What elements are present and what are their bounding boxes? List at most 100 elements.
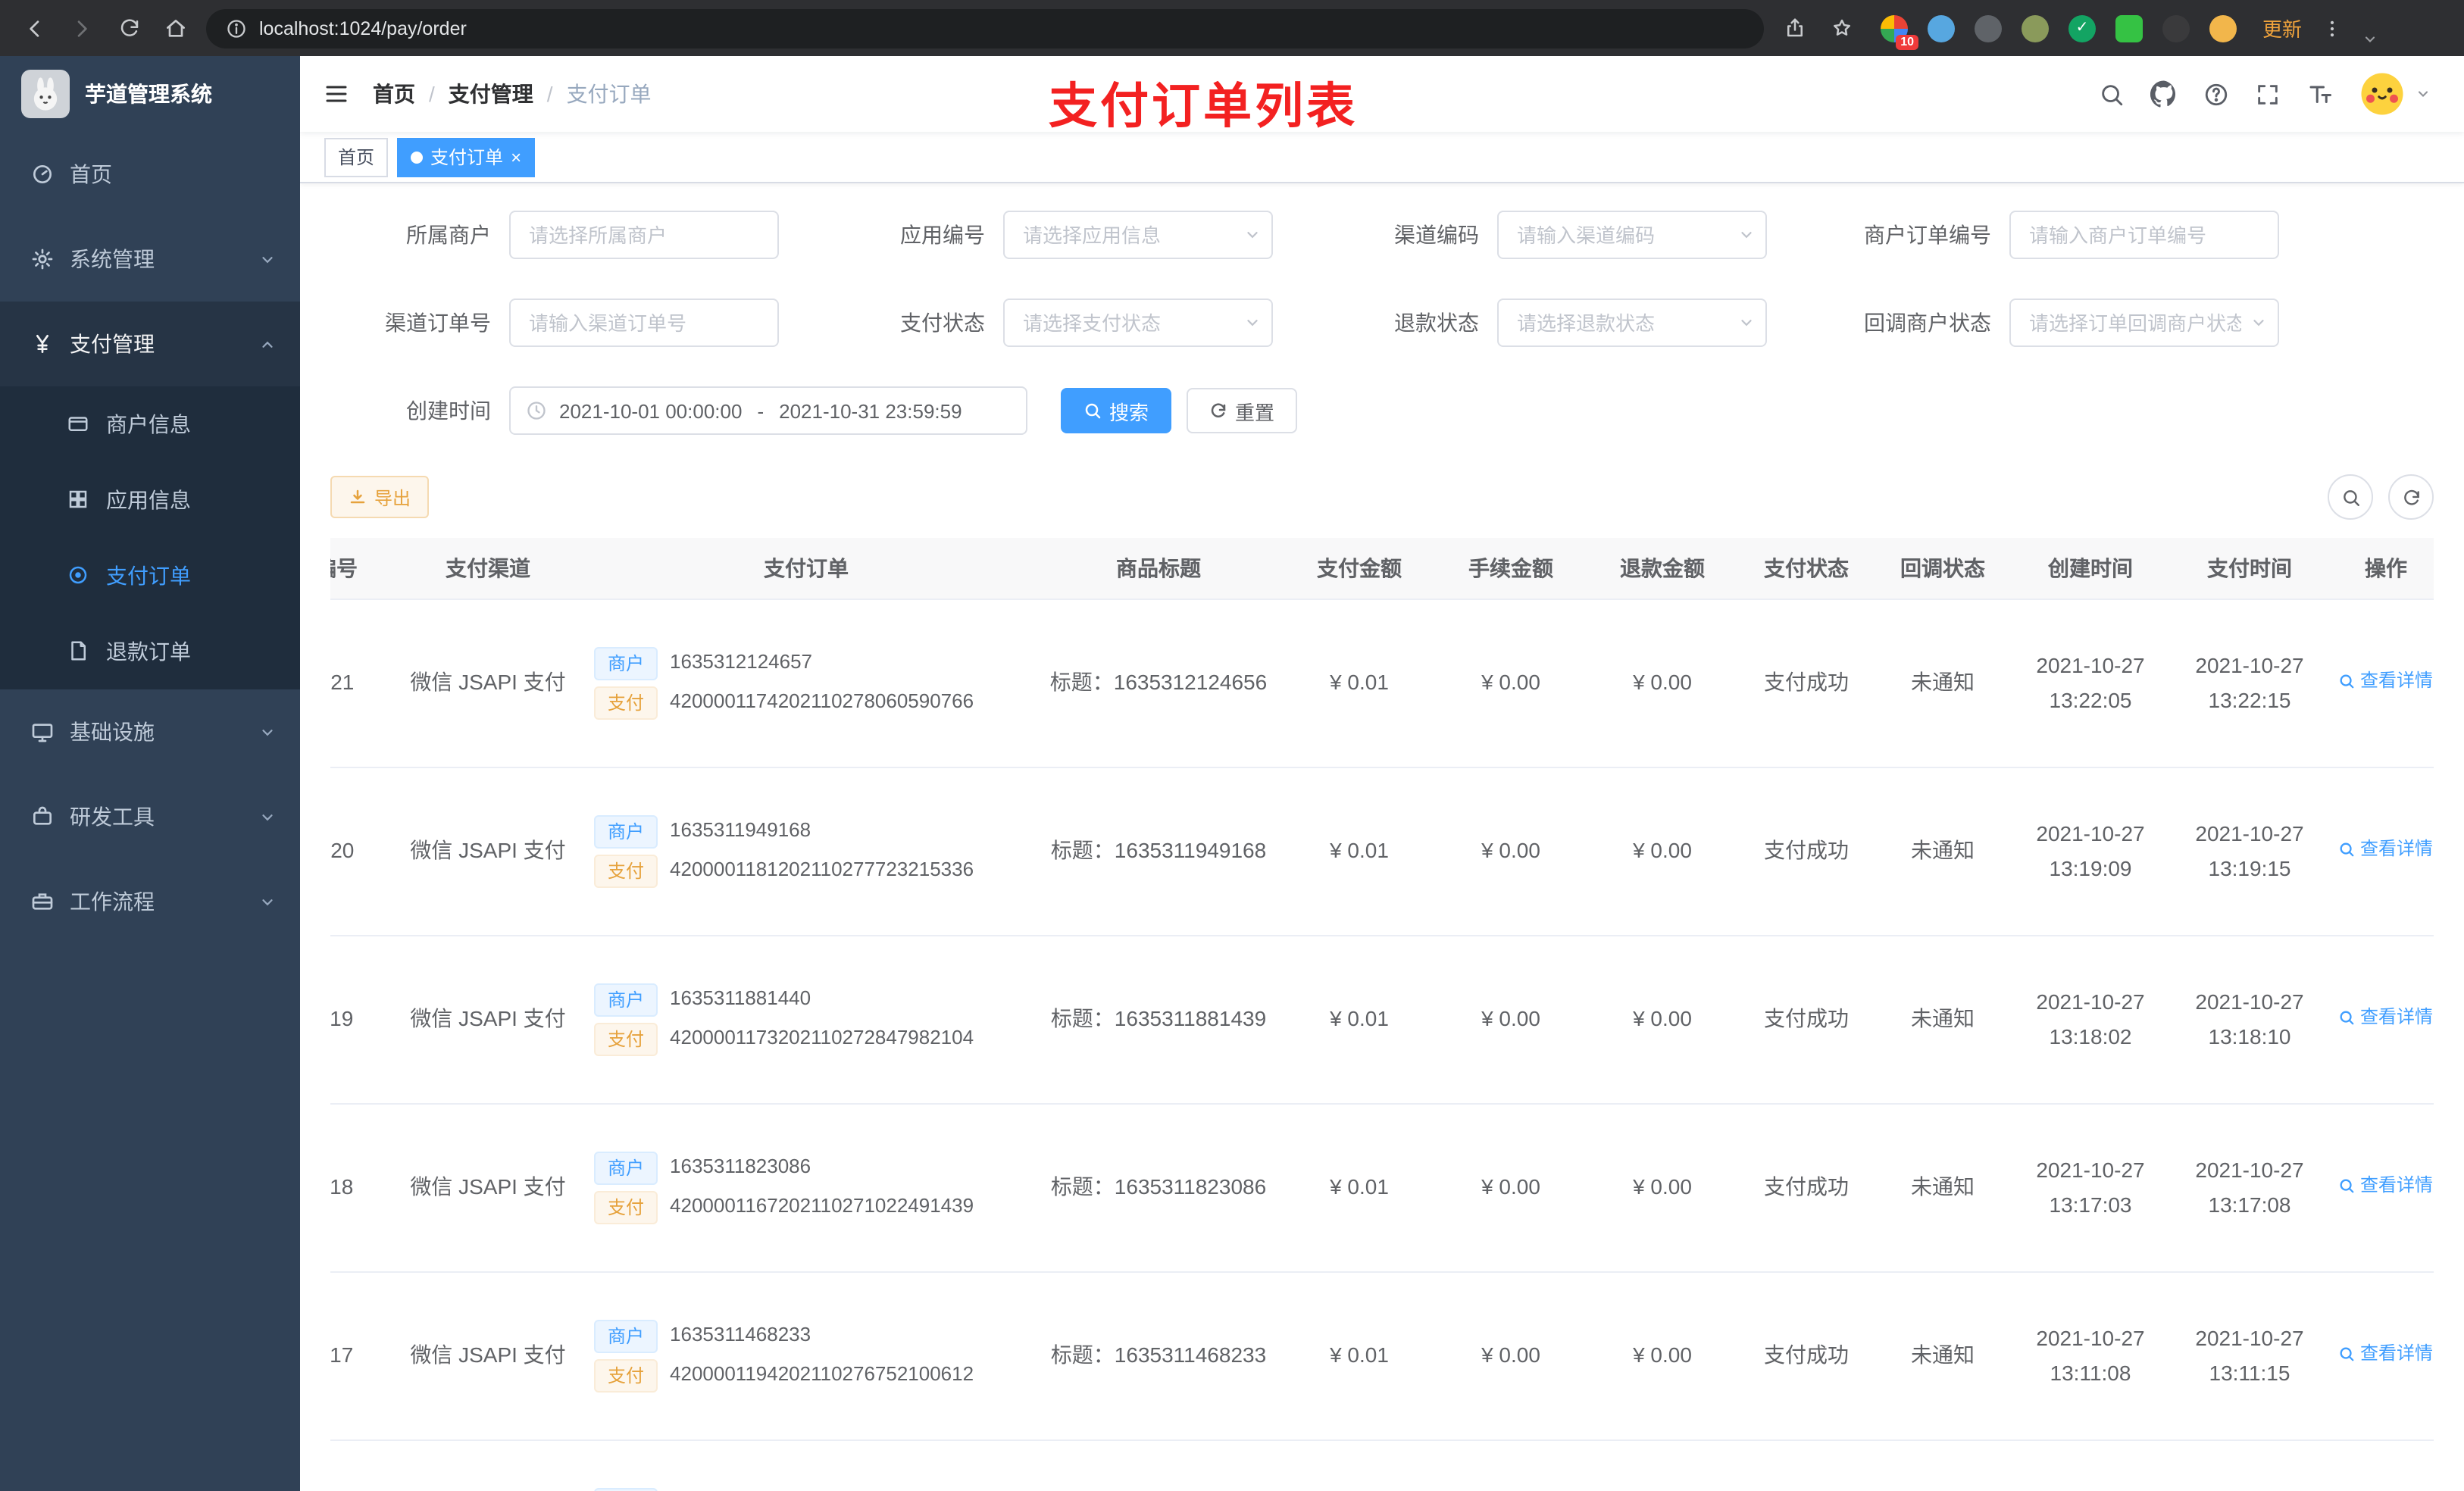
bookmark-star-icon[interactable] xyxy=(1825,11,1858,45)
sidebar-item-payment[interactable]: 支付管理 xyxy=(0,302,300,386)
cell-channel: 微信 JSAPI 支付 xyxy=(397,935,579,1104)
grid-icon xyxy=(67,488,91,512)
browser-home-button[interactable] xyxy=(159,11,192,45)
channel-order-no-input[interactable] xyxy=(509,299,779,347)
close-icon[interactable]: × xyxy=(511,148,521,166)
cell-refund: ¥ 0.00 xyxy=(1587,935,1738,1104)
cell-actions: 查看详情 xyxy=(2329,599,2434,767)
sidebar-item-dev-tools[interactable]: 研发工具 xyxy=(0,774,300,859)
breadcrumb-home[interactable]: 首页 xyxy=(373,79,415,109)
sidebar-item-label: 系统管理 xyxy=(70,247,155,271)
filter-row-2: 渠道订单号 支付状态 退款状态 xyxy=(330,299,2434,347)
chevron-up-icon xyxy=(259,336,276,352)
document-icon xyxy=(67,639,91,664)
cell-id: 120 xyxy=(330,767,397,936)
view-detail-link[interactable]: 查看详情 xyxy=(2339,1339,2433,1368)
extension-icon[interactable]: 10 xyxy=(1881,14,1918,49)
cell-paid-time: 2021-10-27 13:19:15 xyxy=(2170,767,2329,936)
search-icon[interactable] xyxy=(2099,81,2125,107)
chevron-down-icon[interactable] xyxy=(2362,31,2378,46)
merchant-order-no: 1635311823086 xyxy=(670,1155,811,1178)
browser-back-button[interactable] xyxy=(18,11,52,45)
reset-button[interactable]: 重置 xyxy=(1187,388,1298,433)
extension-icon[interactable] xyxy=(2209,14,2237,42)
browser-forward-button[interactable] xyxy=(65,11,98,45)
pay-status-select[interactable] xyxy=(1003,299,1273,347)
breadcrumb-current: 支付订单 xyxy=(566,82,652,106)
breadcrumb-pay-management[interactable]: 支付管理 xyxy=(449,79,533,109)
search-button[interactable]: 搜索 xyxy=(1061,388,1172,433)
sidebar-item-label: 支付订单 xyxy=(106,564,191,588)
tab-home[interactable]: 首页 xyxy=(324,137,389,177)
tags-view-bar: 首页 支付订单 × xyxy=(300,132,2464,183)
refund-status-select[interactable] xyxy=(1497,299,1767,347)
table-row[interactable]: 119 微信 JSAPI 支付 商户 1635311881440 支付 4200… xyxy=(330,935,2434,1104)
browser-menu-icon[interactable] xyxy=(2315,11,2349,45)
extension-icon[interactable] xyxy=(2115,14,2143,42)
extension-icon[interactable] xyxy=(2022,14,2049,42)
help-icon[interactable] xyxy=(2203,81,2229,107)
table-row[interactable]: 120 微信 JSAPI 支付 商户 1635311949168 支付 4200… xyxy=(330,767,2434,936)
sidebar-item-home[interactable]: 首页 xyxy=(0,132,300,217)
sidebar-item-system[interactable]: 系统管理 xyxy=(0,217,300,302)
column-header: 支付状态 xyxy=(1738,538,1875,599)
font-size-icon[interactable] xyxy=(2306,80,2334,108)
cell-fee: ¥ 0.00 xyxy=(1435,1103,1587,1272)
chevron-down-icon xyxy=(2416,86,2431,102)
channel-code-select[interactable] xyxy=(1497,211,1767,259)
cell-paid-time: 2021-10-27 13:18:10 xyxy=(2170,935,2329,1104)
extension-icon[interactable] xyxy=(1928,14,1955,42)
tab-label: 首页 xyxy=(338,147,375,168)
sidebar-item-pay-orders[interactable]: 支付订单 xyxy=(0,538,300,614)
share-icon[interactable] xyxy=(1778,11,1811,45)
merchant-input[interactable] xyxy=(509,211,779,259)
export-button[interactable]: 导出 xyxy=(330,476,430,518)
app-logo[interactable]: 芋道管理系统 xyxy=(0,56,300,132)
column-header: 编号 xyxy=(330,538,397,599)
browser-reload-button[interactable] xyxy=(112,11,145,45)
notify-status-select[interactable] xyxy=(2009,299,2279,347)
yen-icon xyxy=(30,332,55,356)
cell-amount: ¥ 0.01 xyxy=(1284,1103,1435,1272)
github-icon[interactable] xyxy=(2150,80,2178,108)
hamburger-icon[interactable] xyxy=(300,80,373,108)
gear-icon xyxy=(30,247,55,271)
app-select[interactable] xyxy=(1003,211,1273,259)
sidebar-item-infrastructure[interactable]: 基础设施 xyxy=(0,689,300,774)
merchant-order-no-input[interactable] xyxy=(2009,211,2279,259)
fullscreen-icon[interactable] xyxy=(2255,81,2281,107)
table-row[interactable]: 121 微信 JSAPI 支付 商户 1635312124657 支付 4200… xyxy=(330,599,2434,767)
cell-created-time: 2021-10-27 13:22:05 xyxy=(2011,599,2170,767)
extension-icon[interactable]: ✓ xyxy=(2068,14,2096,42)
table-row[interactable]: 117 微信 JSAPI 支付 商户 1635311468233 支付 4200… xyxy=(330,1271,2434,1440)
pay-order-no: 4200001167202110271022491439 xyxy=(670,1194,974,1217)
user-menu[interactable] xyxy=(2359,71,2431,117)
tab-pay-orders[interactable]: 支付订单 × xyxy=(397,137,536,177)
view-detail-link[interactable]: 查看详情 xyxy=(2339,1003,2433,1032)
view-detail-link[interactable]: 查看详情 xyxy=(2339,1171,2433,1200)
extension-icon[interactable] xyxy=(1975,14,2002,42)
sidebar-item-refund-orders[interactable]: 退款订单 xyxy=(0,614,300,689)
extension-icon[interactable] xyxy=(2162,14,2190,42)
site-info-icon[interactable] xyxy=(224,17,247,39)
table-row[interactable]: 116 商户 1635311051786 支付 查看详情 xyxy=(330,1439,2434,1491)
table-search-toggle-button[interactable] xyxy=(2328,474,2373,520)
cell-paid-time xyxy=(2170,1439,2329,1491)
table-row[interactable]: 118 微信 JSAPI 支付 商户 1635311823086 支付 4200… xyxy=(330,1103,2434,1272)
cell-title: 标题：1635311881439 xyxy=(1033,935,1284,1104)
address-bar[interactable]: localhost:1024/pay/order xyxy=(206,8,1764,48)
sidebar-item-app-info[interactable]: 应用信息 xyxy=(0,462,300,538)
sidebar-item-workflow[interactable]: 工作流程 xyxy=(0,859,300,944)
browser-update-button[interactable]: 更新 xyxy=(2262,14,2302,42)
cell-notify-status xyxy=(1875,1439,2011,1491)
sidebar-item-merchant-info[interactable]: 商户信息 xyxy=(0,386,300,462)
view-detail-link[interactable]: 查看详情 xyxy=(2339,667,2433,695)
cell-amount: ¥ 0.01 xyxy=(1284,599,1435,767)
sidebar-item-label: 基础设施 xyxy=(70,720,155,744)
table-refresh-button[interactable] xyxy=(2388,474,2434,520)
create-time-range-picker[interactable]: 2021-10-01 00:00:00 - 2021-10-31 23:59:5… xyxy=(509,386,1027,435)
view-detail-link[interactable]: 查看详情 xyxy=(2339,835,2433,864)
merchant-tag: 商户 xyxy=(594,1151,658,1184)
active-tab-dot xyxy=(411,151,424,163)
merchant-tag: 商户 xyxy=(594,1319,658,1352)
